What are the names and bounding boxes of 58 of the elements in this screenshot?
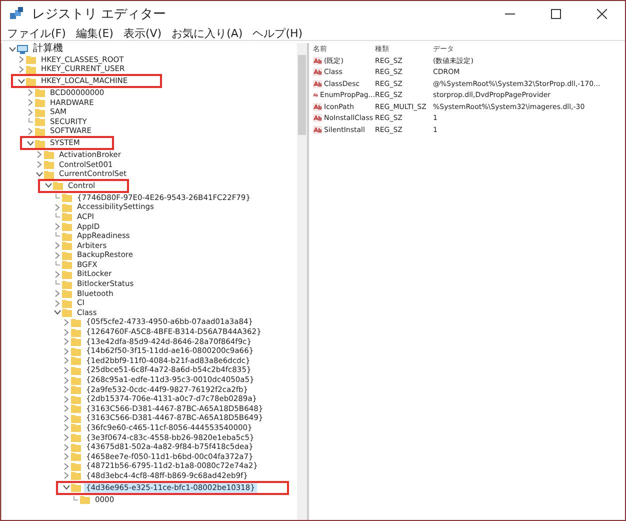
chevron-down-icon[interactable] [27,140,34,146]
chevron-right-icon[interactable] [64,453,69,460]
chevron-right-icon[interactable] [64,376,69,384]
chevron-right-icon[interactable] [28,89,33,96]
chevron-right-icon[interactable] [28,99,33,106]
chevron-down-icon[interactable] [9,46,16,52]
chevron-right-icon[interactable] [64,338,69,346]
maximize-icon[interactable] [551,8,561,18]
chevron-right-icon[interactable] [19,66,24,73]
chevron-down-icon[interactable] [45,183,52,188]
chevron-right-icon[interactable] [55,223,60,230]
chevron-right-icon[interactable] [64,328,69,336]
string-value-icon [313,126,322,134]
chevron-right-icon[interactable] [64,318,69,326]
computer-icon [17,44,28,54]
chevron-right-icon[interactable] [64,444,69,451]
window-title: レジストリ エディター [32,6,166,22]
chevron-right-icon[interactable] [19,56,24,64]
close-icon[interactable] [597,8,607,18]
chevron-right-icon[interactable] [55,204,60,211]
chevron-right-icon[interactable] [64,424,69,432]
string-value-icon [313,114,322,122]
string-value-icon [313,102,322,111]
menu-item[interactable]: 表示(V) [123,26,162,40]
chevron-right-icon[interactable] [64,366,69,374]
cubes-icon [9,6,25,22]
string-value-icon [313,56,322,65]
string-value-icon [313,80,322,88]
chevron-right-icon[interactable] [55,270,60,278]
string-value-icon [313,91,318,100]
chevron-down-icon[interactable] [36,172,43,177]
chevron-right-icon[interactable] [64,414,69,422]
chevron-down-icon[interactable] [54,310,61,316]
chevron-right-icon[interactable] [64,386,69,394]
tree-item[interactable]: 計算機 [31,43,65,55]
chevron-right-icon[interactable] [64,357,69,364]
chevron-right-icon[interactable] [64,462,69,470]
string-value-icon [313,68,322,76]
chevron-right-icon[interactable] [37,151,42,158]
menu-item[interactable]: お気に入り(A) [172,26,243,40]
chevron-right-icon[interactable] [55,242,60,250]
chevron-right-icon[interactable] [55,290,60,298]
scrollbar[interactable] [297,43,307,520]
chevron-right-icon[interactable] [55,300,60,307]
chevron-down-icon[interactable] [18,78,25,84]
chevron-right-icon[interactable] [64,396,69,403]
chevron-right-icon[interactable] [64,434,69,442]
chevron-right-icon[interactable] [28,108,33,116]
chevron-right-icon[interactable] [64,405,69,412]
chevron-right-icon[interactable] [64,472,69,480]
menu-item[interactable]: ファイル(F) [7,26,66,40]
chevron-right-icon[interactable] [64,348,69,355]
menu-item[interactable]: ヘルプ(H) [252,26,303,40]
chevron-down-icon[interactable] [63,485,70,490]
chevron-right-icon[interactable] [55,252,60,259]
chevron-right-icon[interactable] [37,161,42,168]
menu-item[interactable]: 編集(E) [76,26,114,40]
chevron-right-icon[interactable] [28,128,33,135]
